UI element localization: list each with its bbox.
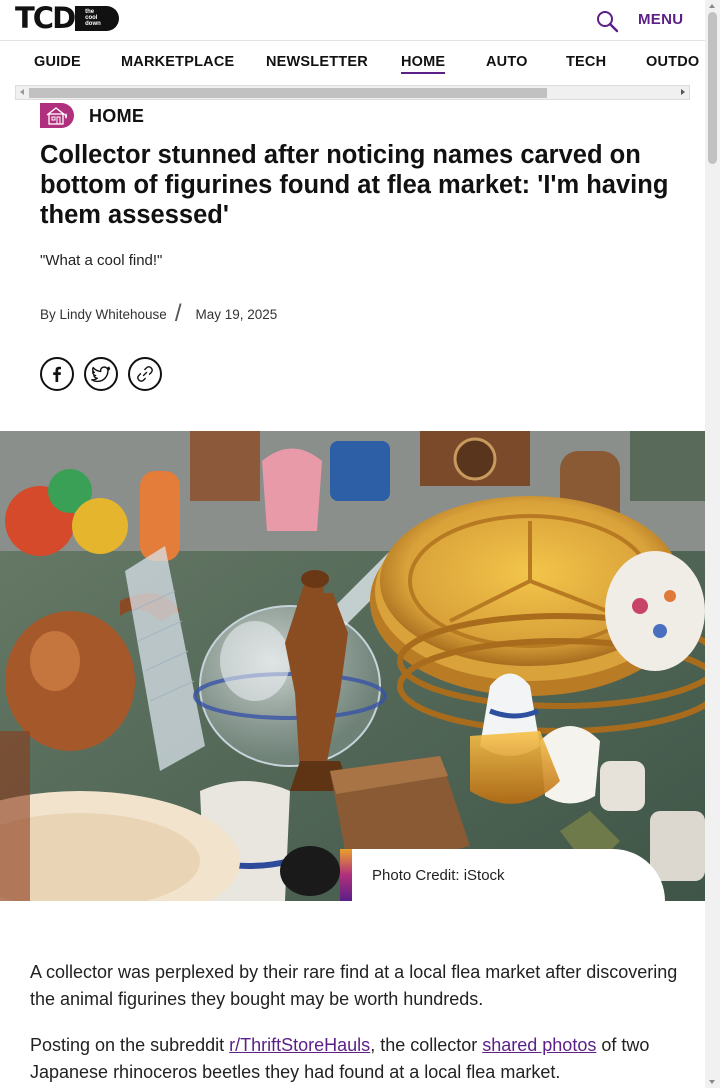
article-paragraph-2: Posting on the subreddit r/ThriftStoreHa… xyxy=(30,1032,680,1085)
nav-item-home[interactable]: HOME xyxy=(401,54,446,74)
scroll-left-arrow-icon[interactable] xyxy=(20,89,24,95)
search-icon[interactable] xyxy=(595,9,619,33)
site-logo[interactable]: TCD the cool down xyxy=(15,1,120,35)
article-headline: Collector stunned after noticing names c… xyxy=(40,141,669,229)
logo-tagline: the cool down xyxy=(75,5,120,31)
category-nav: GUIDE MARKETPLACE NEWSLETTER HOME AUTO T… xyxy=(0,41,705,85)
category-label[interactable]: HOME xyxy=(89,106,144,127)
photo-credit-text: Photo Credit: iStock xyxy=(372,867,505,884)
share-link-button[interactable] xyxy=(128,357,162,391)
paragraph-text: , the collector xyxy=(370,1035,483,1055)
category-badge[interactable] xyxy=(40,103,74,128)
page-scrollbar[interactable] xyxy=(705,0,720,1088)
nav-item-auto[interactable]: AUTO xyxy=(486,54,528,70)
twitter-icon xyxy=(91,366,111,383)
credit-accent-bar xyxy=(340,849,352,901)
menu-button[interactable]: MENU xyxy=(638,11,683,28)
nav-item-tech[interactable]: TECH xyxy=(566,54,606,70)
nav-scrollbar-thumb[interactable] xyxy=(29,88,547,98)
subreddit-link[interactable]: r/ThriftStoreHauls xyxy=(229,1035,370,1055)
site-header: TCD the cool down MENU xyxy=(0,0,705,41)
scroll-right-arrow-icon[interactable] xyxy=(681,89,685,95)
author-name[interactable]: By Lindy Whitehouse xyxy=(40,307,167,322)
nav-item-marketplace[interactable]: MARKETPLACE xyxy=(121,54,234,70)
shared-photos-link[interactable]: shared photos xyxy=(482,1035,596,1055)
logo-text: TCD xyxy=(15,1,76,35)
page-scrollbar-thumb[interactable] xyxy=(708,12,717,164)
scroll-down-arrow-icon[interactable] xyxy=(709,1080,715,1084)
nav-item-newsletter[interactable]: NEWSLETTER xyxy=(266,54,368,70)
house-icon xyxy=(46,107,67,125)
byline: By Lindy Whitehouse / May 19, 2025 xyxy=(40,300,278,327)
article-paragraph-1: A collector was perplexed by their rare … xyxy=(30,962,678,1009)
flea-market-photo xyxy=(0,431,705,901)
paragraph-text: Posting on the subreddit xyxy=(30,1035,230,1055)
nav-item-guide[interactable]: GUIDE xyxy=(34,54,81,70)
photo-credit: Photo Credit: iStock xyxy=(340,849,665,901)
share-facebook-button[interactable] xyxy=(40,357,74,391)
article-dek: "What a cool find!" xyxy=(40,252,163,269)
hero-image xyxy=(0,431,705,901)
nav-item-outdoors[interactable]: OUTDO xyxy=(646,54,699,70)
share-twitter-button[interactable] xyxy=(84,357,118,391)
publish-date: May 19, 2025 xyxy=(195,306,278,322)
link-icon xyxy=(137,366,153,382)
facebook-icon xyxy=(53,366,61,382)
scroll-up-arrow-icon[interactable] xyxy=(709,4,715,8)
nav-scrollbar[interactable] xyxy=(15,85,690,100)
byline-separator: / xyxy=(174,300,182,327)
